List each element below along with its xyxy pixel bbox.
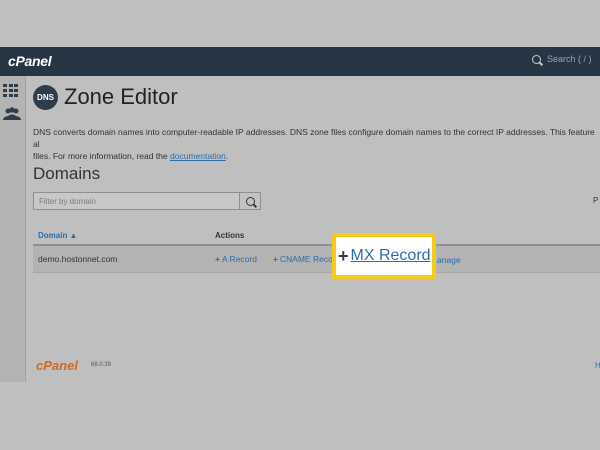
add-a-record-button[interactable]: + A Record	[215, 254, 257, 264]
filter-by-domain-input[interactable]	[34, 193, 239, 209]
search-icon	[245, 196, 255, 206]
apps-grid-icon[interactable]	[3, 84, 20, 97]
filter-search-button[interactable]	[239, 193, 260, 209]
manage-link[interactable]: anage	[437, 255, 461, 265]
domains-heading: Domains	[33, 164, 101, 183]
table-row: demo.hostonnet.com + A Record + CNAME Reco…	[33, 246, 600, 273]
description-line-2: files. For more information, read the	[33, 151, 171, 161]
footer-version: 68.0.39	[91, 362, 112, 368]
column-header-domain[interactable]: Domain ▲	[33, 231, 215, 240]
domain-cell: demo.hostonnet.com	[38, 254, 118, 264]
pagination-label: P	[593, 196, 599, 205]
main-content: DNS Zone Editor DNS converts domain name…	[26, 76, 600, 382]
domains-table: Domain ▲ Actions demo.hostonnet.com + A R…	[33, 226, 600, 273]
dns-icon: DNS	[33, 84, 58, 110]
cpanel-logo[interactable]: cPanel	[8, 53, 52, 69]
top-nav-bar: cPanel Search ( / )	[0, 47, 600, 76]
table-header: Domain ▲ Actions	[33, 226, 600, 246]
domain-filter	[33, 192, 261, 210]
add-mx-record-button[interactable]: + MX Record	[332, 233, 436, 279]
page-description: DNS converts domain names into computer-…	[33, 126, 600, 162]
mx-record-label: MX Record	[350, 247, 431, 264]
description-line-1: DNS converts domain names into computer-…	[33, 127, 595, 149]
page-title: Zone Editor	[64, 84, 178, 109]
global-search[interactable]: Search ( / )	[532, 54, 592, 64]
footer-link[interactable]: H	[595, 361, 600, 370]
sidebar	[0, 76, 26, 382]
column-header-actions: Actions	[215, 230, 245, 240]
documentation-link[interactable]: documentation	[170, 151, 226, 161]
plus-icon: +	[338, 245, 349, 266]
page-header: DNS Zone Editor	[33, 84, 178, 110]
search-icon	[532, 54, 541, 64]
search-placeholder: Search ( / )	[547, 54, 592, 64]
description-end: .	[225, 151, 229, 161]
users-icon[interactable]	[3, 107, 21, 121]
footer-cpanel-logo: cPanel	[36, 358, 78, 373]
add-cname-record-button[interactable]: + CNAME Record	[273, 254, 340, 264]
